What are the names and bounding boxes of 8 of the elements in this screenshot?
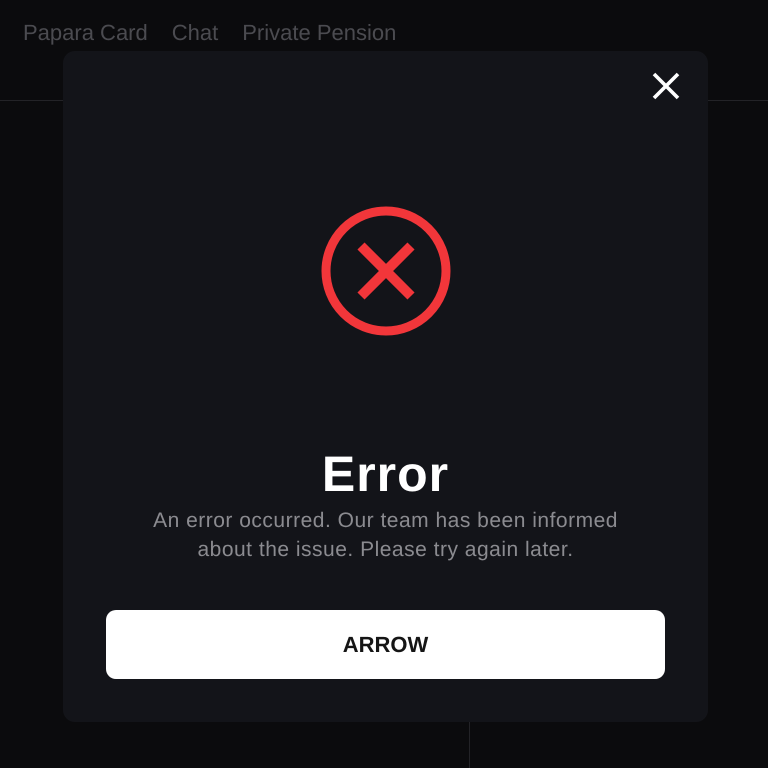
error-icon xyxy=(320,206,450,336)
nav-link[interactable]: Chat xyxy=(172,19,218,47)
nav-link[interactable]: Private Pension xyxy=(242,19,396,47)
close-icon[interactable] xyxy=(652,72,680,100)
nav-link[interactable]: Papara Card xyxy=(23,19,148,47)
arrow-button[interactable]: ARROW xyxy=(106,610,665,679)
error-message: An error occurred. Our team has been informed about the issue. Please try again later. xyxy=(152,508,619,563)
dialog-title: Error xyxy=(322,448,450,500)
